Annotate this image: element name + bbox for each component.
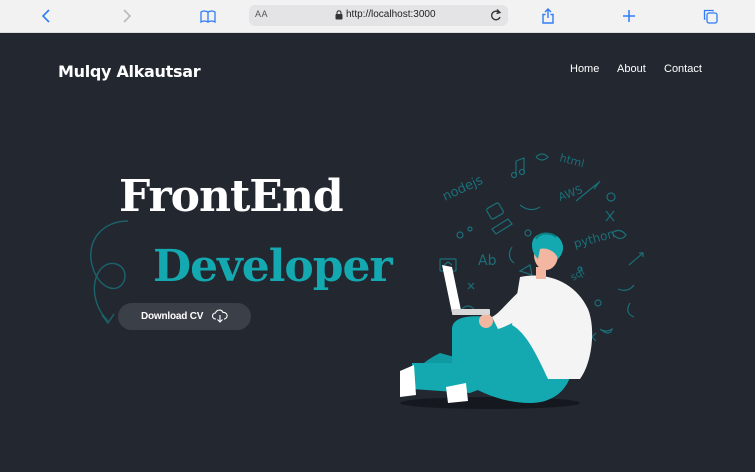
nav-contact[interactable]: Contact bbox=[664, 63, 702, 75]
tabs-overview-button[interactable] bbox=[700, 6, 720, 26]
plus-icon bbox=[623, 10, 635, 22]
site-brand[interactable]: Mulqy Alkautsar bbox=[58, 62, 201, 81]
forward-button[interactable] bbox=[117, 6, 137, 26]
nodejs-doodle: nodejs bbox=[440, 173, 485, 205]
page-viewport: nodejs html AWS python Ab sql Mulqy Alka… bbox=[0, 33, 755, 472]
new-tab-button[interactable] bbox=[619, 6, 639, 26]
back-button[interactable] bbox=[37, 6, 57, 26]
chevron-right-icon bbox=[123, 9, 132, 23]
download-cv-label: Download CV bbox=[141, 311, 204, 322]
cloud-download-icon bbox=[212, 309, 228, 323]
chevron-left-icon bbox=[41, 9, 50, 23]
tabs-icon bbox=[703, 9, 718, 24]
share-icon bbox=[542, 8, 554, 24]
hero-title-line1: FrontEnd bbox=[119, 171, 344, 222]
leaf-doodle bbox=[535, 153, 549, 161]
lock-icon bbox=[335, 10, 343, 20]
html-doodle: html bbox=[558, 151, 586, 170]
text-size-button[interactable]: AA bbox=[255, 9, 268, 19]
hero-title-line2: Developer bbox=[153, 241, 393, 292]
python-doodle: python bbox=[572, 227, 616, 251]
ab-doodle: Ab bbox=[478, 253, 497, 269]
nav-about[interactable]: About bbox=[617, 63, 646, 75]
address-bar[interactable]: AA http://localhost:3000 bbox=[249, 5, 508, 26]
aws-doodle: AWS bbox=[557, 183, 585, 204]
nav-home[interactable]: Home bbox=[570, 63, 599, 75]
book-icon bbox=[200, 9, 216, 23]
url-text: http://localhost:3000 bbox=[346, 9, 436, 20]
bookmarks-button[interactable] bbox=[198, 6, 218, 26]
share-button[interactable] bbox=[538, 6, 558, 26]
download-cv-button[interactable]: Download CV bbox=[118, 303, 251, 330]
reload-icon[interactable] bbox=[490, 8, 502, 22]
browser-toolbar: AA http://localhost:3000 bbox=[0, 0, 755, 33]
